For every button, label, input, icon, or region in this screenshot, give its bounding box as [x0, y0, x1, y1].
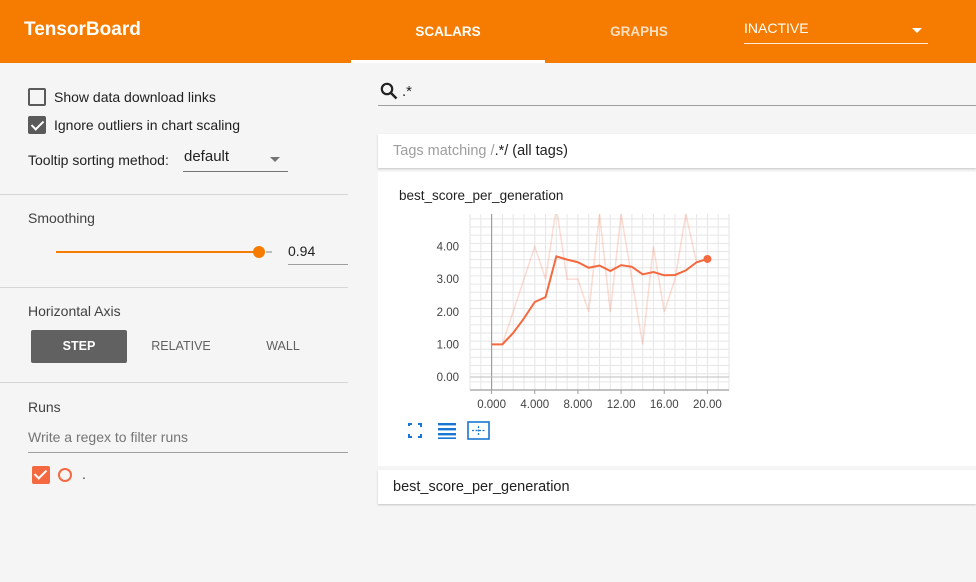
run-checkbox[interactable] — [32, 466, 50, 484]
search-icon — [380, 82, 398, 100]
ignore-outliers-checkbox[interactable]: Ignore outliers in chart scaling — [28, 115, 240, 135]
y-tick-label: 1.00 — [437, 339, 459, 351]
tooltip-sort-label: Tooltip sorting method: — [28, 152, 169, 168]
tooltip-sort-value: default — [184, 148, 230, 165]
y-tick-label: 0.00 — [437, 372, 459, 384]
active-tab-indicator — [351, 60, 545, 63]
chevron-down-icon — [270, 157, 280, 162]
x-tick-label: 4.000 — [520, 399, 549, 411]
inactive-dropdown-label: INACTIVE — [744, 20, 809, 36]
x-tick-label: 0.000 — [477, 399, 506, 411]
fit-domain-icon[interactable] — [467, 421, 490, 440]
tags-matching-prefix: Tags matching / — [393, 143, 495, 159]
show-download-links-label: Show data download links — [54, 89, 216, 105]
chart-toolbar — [406, 421, 506, 441]
app-title: TensorBoard — [24, 19, 141, 40]
tab-graphs[interactable]: GRAPHS — [570, 0, 708, 63]
section-divider — [0, 382, 348, 383]
ignore-outliers-label: Ignore outliers in chart scaling — [54, 117, 240, 133]
y-tick-label: 3.00 — [437, 274, 459, 286]
top-app-bar: TensorBoard SCALARS GRAPHS INACTIVE — [0, 0, 976, 63]
x-tick-label: 8.000 — [564, 399, 593, 411]
last-point-marker — [703, 254, 712, 263]
x-tick-label: 12.00 — [607, 399, 636, 411]
list-icon[interactable] — [438, 423, 456, 439]
tab-scalars-label: SCALARS — [415, 24, 481, 39]
horizontal-axis-title: Horizontal Axis — [28, 303, 121, 319]
chevron-down-icon — [912, 28, 922, 33]
run-radio-button[interactable] — [58, 468, 72, 482]
smoothing-slider-track[interactable] — [56, 251, 260, 253]
run-name: . — [82, 466, 86, 482]
tags-matching-suffix: / (all tags) — [504, 143, 568, 159]
tag-filter-input[interactable]: .* — [378, 78, 976, 106]
fullscreen-icon[interactable] — [408, 423, 422, 438]
tags-matching-pattern: .* — [494, 143, 505, 159]
smoothing-title: Smoothing — [28, 210, 95, 226]
axis-step-button[interactable]: STEP — [31, 330, 127, 363]
checkbox-checked-icon[interactable] — [28, 116, 46, 134]
collapsed-tag-card[interactable]: best_score_per_generation — [378, 470, 976, 504]
y-tick-label: 2.00 — [437, 307, 459, 319]
tooltip-sort-dropdown[interactable]: default — [183, 148, 288, 172]
smoothing-slider-handle[interactable] — [253, 246, 265, 258]
show-download-links-checkbox[interactable]: Show data download links — [28, 87, 216, 107]
runs-filter-input[interactable]: Write a regex to filter runs — [28, 429, 348, 453]
chart-toolbar-icons — [408, 421, 490, 440]
y-tick-label: 4.00 — [437, 242, 459, 254]
x-tick-label: 20.00 — [693, 399, 722, 411]
x-tick-label: 16.00 — [650, 399, 679, 411]
axis-relative-button[interactable]: RELATIVE — [133, 330, 229, 363]
sidebar: Show data download links Ignore outliers… — [0, 63, 352, 582]
runs-title: Runs — [28, 399, 61, 415]
section-divider — [0, 287, 348, 288]
axis-wall-button[interactable]: WALL — [235, 330, 331, 363]
tag-filter-value: .* — [402, 83, 413, 100]
tab-scalars[interactable]: SCALARS — [351, 0, 545, 63]
tab-graphs-label: GRAPHS — [610, 24, 668, 39]
section-divider — [0, 194, 348, 195]
smoothing-value-input[interactable]: 0.94 — [288, 239, 348, 265]
tags-matching-header[interactable]: Tags matching /.*/ (all tags) — [378, 134, 976, 168]
inactive-dashboards-dropdown[interactable]: INACTIVE — [744, 20, 928, 44]
checkbox-unchecked-icon[interactable] — [28, 88, 46, 106]
smoothing-slider-remaining — [266, 251, 272, 253]
